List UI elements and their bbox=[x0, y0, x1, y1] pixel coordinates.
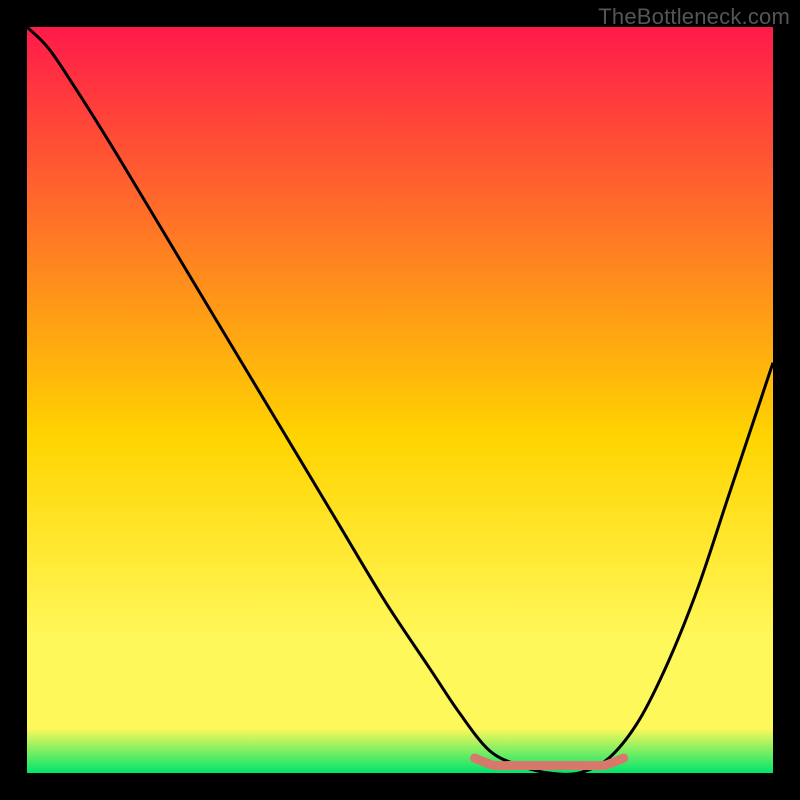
plot-area bbox=[27, 27, 773, 773]
gradient-background bbox=[27, 27, 773, 773]
watermark-text: TheBottleneck.com bbox=[598, 4, 790, 30]
chart-frame: TheBottleneck.com bbox=[0, 0, 800, 800]
chart-svg bbox=[27, 27, 773, 773]
